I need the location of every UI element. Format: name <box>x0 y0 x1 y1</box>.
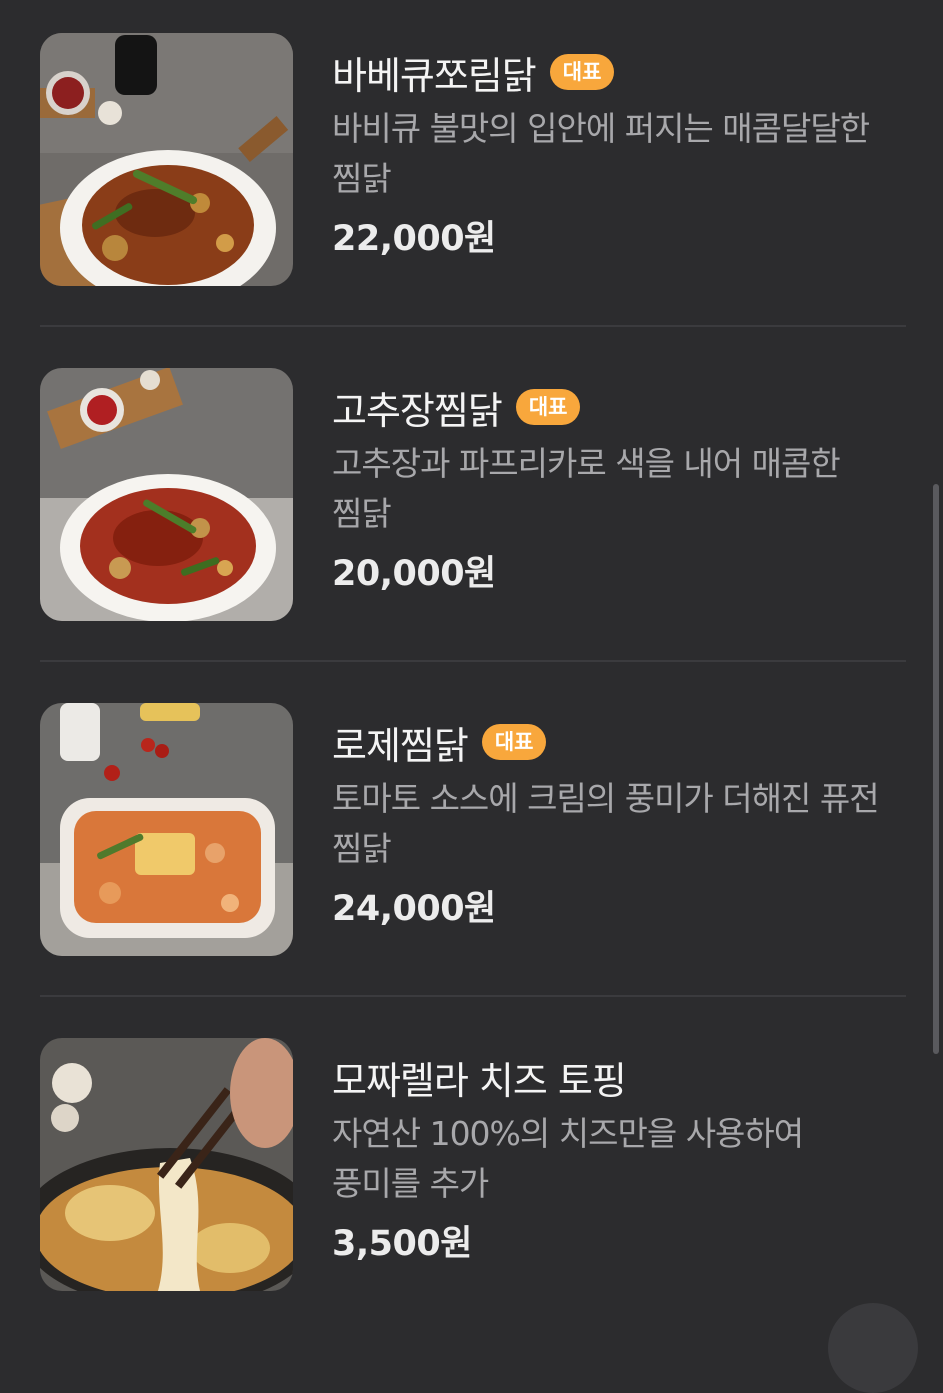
menu-item-description: 토마토 소스에 크림의 풍미가 더해진 퓨전 찜닭 <box>332 779 880 868</box>
floating-action-button[interactable] <box>828 1303 918 1393</box>
divider <box>40 995 906 997</box>
menu-item-price: 20,000원 <box>332 554 496 594</box>
menu-item-photo[interactable] <box>40 368 293 621</box>
menu-item-description: 바비큐 불맛의 입안에 퍼지는 매콤달달한 찜닭 <box>332 109 870 198</box>
signature-badge: 대표 <box>549 54 615 90</box>
rose-jjimdak-photo <box>40 703 293 956</box>
divider <box>40 660 906 662</box>
menu-item[interactable]: 고추장찜닭 대표 고추장과 파프리카로 색을 내어 매콤한 찜닭 20,000원 <box>40 335 906 670</box>
menu-item[interactable]: 로제찜닭 대표 토마토 소스에 크림의 풍미가 더해진 퓨전 찜닭 24,000… <box>40 670 906 1005</box>
menu-item-description: 고추장과 파프리카로 색을 내어 매콤한 찜닭 <box>332 444 841 533</box>
menu-item-info: 고추장찜닭 대표 고추장과 파프리카로 색을 내어 매콤한 찜닭 20,000원 <box>332 379 902 596</box>
mozzarella-cheese-photo <box>40 1038 293 1291</box>
menu-item-name: 모짜렐라 치즈 토핑 <box>332 1058 627 1103</box>
menu-item[interactable]: 모짜렐라 치즈 토핑 자연산 100%의 치즈만을 사용하여 풍미를 추가 3,… <box>40 1005 906 1340</box>
gochujang-jjimdak-photo <box>40 368 293 621</box>
signature-badge: 대표 <box>481 724 547 760</box>
menu-item-name: 고추장찜닭 <box>332 388 503 433</box>
menu-item-info: 모짜렐라 치즈 토핑 자연산 100%의 치즈만을 사용하여 풍미를 추가 3,… <box>332 1049 902 1266</box>
menu-item-price: 24,000원 <box>332 889 496 929</box>
signature-badge: 대표 <box>515 389 581 425</box>
scrollbar[interactable] <box>933 484 939 1054</box>
menu-item-photo[interactable] <box>40 1038 293 1291</box>
menu-item-price: 22,000원 <box>332 219 496 259</box>
divider <box>40 325 906 327</box>
title-row: 고추장찜닭 대표 <box>332 379 902 435</box>
title-row: 모짜렐라 치즈 토핑 <box>332 1049 902 1105</box>
menu-item[interactable]: 바베큐쪼림닭 대표 바비큐 불맛의 입안에 퍼지는 매콤달달한 찜닭 22,00… <box>40 0 906 335</box>
menu-item-description: 자연산 100%의 치즈만을 사용하여 풍미를 추가 <box>332 1114 804 1203</box>
menu-item-info: 로제찜닭 대표 토마토 소스에 크림의 풍미가 더해진 퓨전 찜닭 24,000… <box>332 714 902 931</box>
menu-list: 바베큐쪼림닭 대표 바비큐 불맛의 입안에 퍼지는 매콤달달한 찜닭 22,00… <box>40 0 906 1340</box>
menu-item-price: 3,500원 <box>332 1224 472 1264</box>
menu-item-photo[interactable] <box>40 33 293 286</box>
bbq-jjimdak-photo <box>40 33 293 286</box>
menu-item-name: 바베큐쪼림닭 <box>332 53 537 98</box>
title-row: 바베큐쪼림닭 대표 <box>332 44 902 100</box>
menu-item-name: 로제찜닭 <box>332 723 469 768</box>
menu-item-photo[interactable] <box>40 703 293 956</box>
title-row: 로제찜닭 대표 <box>332 714 902 770</box>
menu-item-info: 바베큐쪼림닭 대표 바비큐 불맛의 입안에 퍼지는 매콤달달한 찜닭 22,00… <box>332 44 902 261</box>
